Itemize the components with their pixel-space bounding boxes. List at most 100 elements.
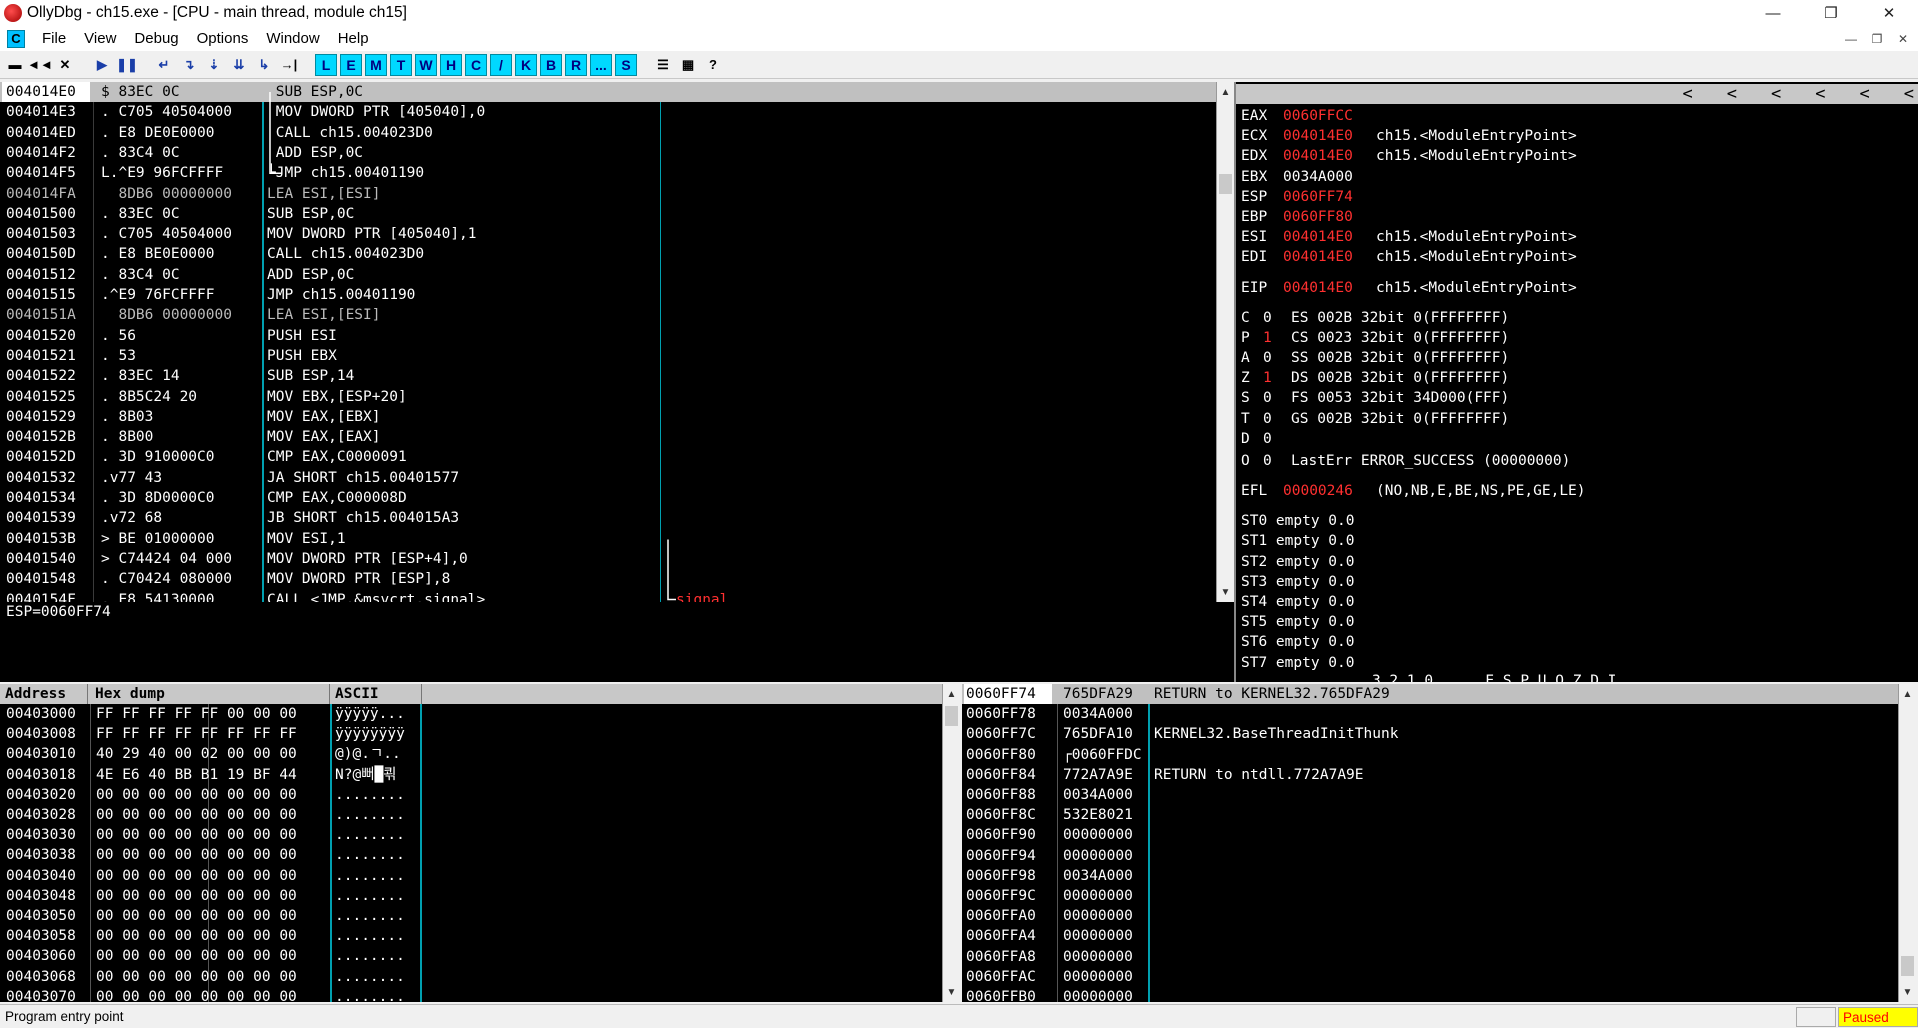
fpu-register-row[interactable]: ST4 empty 0.0 [1241, 592, 1911, 612]
flag-row[interactable]: D0 [1241, 429, 1911, 449]
scroll-thumb[interactable] [1219, 174, 1232, 194]
goto-expression-icon[interactable]: →| [278, 54, 300, 76]
register-value[interactable]: 0060FF80 [1283, 207, 1353, 227]
run-trace-window-button[interactable]: ... [590, 53, 612, 76]
menu-window[interactable]: Window [257, 30, 328, 47]
restart-icon[interactable]: ◄◄ [27, 54, 53, 76]
menu-debug[interactable]: Debug [125, 30, 187, 47]
register-row[interactable]: ESP 0060FF74 [1241, 187, 1911, 207]
flag-row[interactable]: P 1 CS 0023 32bit 0(FFFFFFFF) [1241, 328, 1911, 348]
scroll-up-icon[interactable]: ▲ [1217, 84, 1234, 100]
memory-window-button[interactable]: M [365, 53, 387, 76]
step-into-icon[interactable]: ↵ [153, 54, 175, 76]
patches-window-button[interactable]: / [490, 53, 512, 76]
register-value[interactable]: 0060FFCC [1283, 106, 1353, 126]
flag-value[interactable]: 0 [1263, 388, 1272, 408]
register-value[interactable]: 0034A000 [1283, 167, 1353, 187]
dump-row[interactable]: 00403010 40 29 40 00 02 00 00 00 @)@.ㄱ.. [0, 744, 942, 764]
left-arrow-icon[interactable]: < [1860, 84, 1870, 104]
open-file-icon[interactable]: ▬ [4, 54, 26, 76]
dump-row[interactable]: 00403000 FF FF FF FF FF 00 00 00 ÿÿÿÿÿ... [0, 704, 942, 724]
fpu-register-row[interactable]: ST7 empty 0.0 [1241, 653, 1911, 673]
stack-row[interactable]: 0060FF80 ┌0060FFDC [962, 745, 1898, 765]
menu-view[interactable]: View [75, 30, 125, 47]
flag-row[interactable]: Z 1 DS 002B 32bit 0(FFFFFFFF) [1241, 368, 1911, 388]
left-arrow-icon[interactable]: < [1771, 84, 1781, 104]
register-row[interactable]: EBX 0034A000 [1241, 167, 1911, 187]
register-row[interactable]: EAX 0060FFCC [1241, 106, 1911, 126]
register-value[interactable]: 004014E0 [1283, 278, 1353, 298]
flag-row[interactable]: A 0 SS 002B 32bit 0(FFFFFFFF) [1241, 348, 1911, 368]
stack-row[interactable]: 0060FFB0 00000000 [962, 987, 1898, 1002]
flag-value[interactable]: 1 [1263, 368, 1272, 388]
dump-row[interactable]: 00403068 00 00 00 00 00 00 00 00........ [0, 967, 942, 987]
run-icon[interactable]: ▶ [91, 54, 113, 76]
register-value[interactable]: 004014E0 [1283, 126, 1353, 146]
register-row-eip[interactable]: EIP 004014E0 ch15.<ModuleEntryPoint> [1241, 278, 1911, 298]
flag-row[interactable]: O 0 LastErr ERROR_SUCCESS (00000000) [1241, 451, 1911, 471]
dump-row[interactable]: 00403050 00 00 00 00 00 00 00 00........ [0, 906, 942, 926]
stack-row[interactable]: 0060FFA8 00000000 [962, 947, 1898, 967]
memory-dump-pane[interactable]: Address Hex dump ASCII 00403000 FF FF FF … [0, 684, 942, 1002]
menu-options[interactable]: Options [188, 30, 258, 47]
cpu-window-button[interactable]: C [465, 53, 487, 76]
column-header-hex-dump[interactable]: Hex dump [90, 684, 330, 704]
close-program-icon[interactable]: ✕ [54, 54, 76, 76]
mdi-minimize-button[interactable]: — [1838, 29, 1864, 48]
minimize-button[interactable]: — [1744, 0, 1802, 26]
dump-row[interactable]: 00403060 00 00 00 00 00 00 00 00........ [0, 946, 942, 966]
step-over-icon[interactable]: ↴ [178, 54, 200, 76]
flag-value[interactable]: 0 [1263, 451, 1272, 471]
stack-row[interactable]: 0060FF74 765DFA29 RETURN to KERNEL32.765DF… [962, 684, 1898, 704]
fpu-register-row[interactable]: ST0 empty 0.0 [1241, 511, 1911, 531]
register-row[interactable]: EDI 004014E0 ch15.<ModuleEntryPoint> [1241, 247, 1911, 267]
left-arrow-icon[interactable]: < [1904, 84, 1914, 104]
fpu-register-row[interactable]: ST5 empty 0.0 [1241, 612, 1911, 632]
dump-row[interactable]: 00403018 4E E6 40 BB B1 19 BF 44 N?@뻐█쾪 [0, 765, 942, 785]
stack-row[interactable]: 0060FF84 772A7A9E RETURN to ntdll.772A7A9E [962, 765, 1898, 785]
flag-value[interactable]: 0 [1263, 308, 1272, 328]
fpu-register-row[interactable]: ST1 empty 0.0 [1241, 531, 1911, 551]
flag-value[interactable]: 0 [1263, 409, 1272, 429]
register-row-efl[interactable]: EFL 00000246 (NO,NB,E,BE,NS,PE,GE,LE) [1241, 481, 1911, 501]
flag-value[interactable]: 1 [1263, 328, 1272, 348]
stack-row[interactable]: 0060FF90 00000000 [962, 825, 1898, 845]
scroll-up-icon[interactable]: ▲ [1899, 686, 1916, 702]
list-icon[interactable]: ☰ [652, 54, 674, 76]
flag-row[interactable]: C 0 ES 002B 32bit 0(FFFFFFFF) [1241, 308, 1911, 328]
scroll-down-icon[interactable]: ▼ [943, 984, 960, 1000]
stack-row[interactable]: 0060FF9C 00000000 [962, 886, 1898, 906]
register-row[interactable]: ECX 004014E0 ch15.<ModuleEntryPoint> [1241, 126, 1911, 146]
restore-button[interactable]: ❐ [1802, 0, 1860, 26]
left-arrow-icon[interactable]: < [1683, 84, 1693, 104]
register-row[interactable]: ESI 004014E0 ch15.<ModuleEntryPoint> [1241, 227, 1911, 247]
disassembly-pane[interactable]: 004014E0 $ 83EC 0C SUB ESP,0C 004014E3. C7… [0, 82, 1216, 602]
left-arrow-icon[interactable]: < [1815, 84, 1825, 104]
menu-file[interactable]: File [33, 30, 75, 47]
register-value[interactable]: 0060FF74 [1283, 187, 1353, 207]
disassembly-scrollbar[interactable]: ▲ ▼ [1216, 82, 1234, 602]
register-value[interactable]: 00000246 [1283, 481, 1353, 501]
dump-row[interactable]: 00403048 00 00 00 00 00 00 00 00........ [0, 886, 942, 906]
fpu-register-row[interactable]: ST2 empty 0.0 [1241, 552, 1911, 572]
windows-window-button[interactable]: W [415, 53, 437, 76]
execute-till-return-icon[interactable]: ↳ [253, 54, 275, 76]
menu-help[interactable]: Help [329, 30, 378, 47]
registers-pane[interactable]: Registers (FPU) < < < < < < EAX 0060FFCC E… [1236, 82, 1918, 682]
flag-row[interactable]: T 0 GS 002B 32bit 0(FFFFFFFF) [1241, 409, 1911, 429]
pause-icon[interactable]: ❚❚ [116, 54, 138, 76]
column-header-address[interactable]: Address [0, 684, 88, 704]
dump-row[interactable]: 00403058 00 00 00 00 00 00 00 00........ [0, 926, 942, 946]
dump-row[interactable]: 00403028 00 00 00 00 00 00 00 00........ [0, 805, 942, 825]
stack-row[interactable]: 0060FF98 0034A000 [962, 866, 1898, 886]
dump-row[interactable]: 00403008 FF FF FF FF FF FF FF FF ÿÿÿÿÿÿÿÿ [0, 724, 942, 744]
register-row[interactable]: EBP 0060FF80 [1241, 207, 1911, 227]
scroll-thumb[interactable] [1901, 956, 1914, 976]
dump-row[interactable]: 00403070 00 00 00 00 00 00 00 00........ [0, 987, 942, 1002]
stack-row[interactable]: 0060FF8C 532E8021 [962, 805, 1898, 825]
stack-row[interactable]: 0060FFAC 00000000 [962, 967, 1898, 987]
stack-row[interactable]: 0060FF78 0034A000 [962, 704, 1898, 724]
scroll-down-icon[interactable]: ▼ [1899, 984, 1916, 1000]
left-arrow-icon[interactable]: < [1727, 84, 1737, 104]
fpu-register-row[interactable]: ST3 empty 0.0 [1241, 572, 1911, 592]
